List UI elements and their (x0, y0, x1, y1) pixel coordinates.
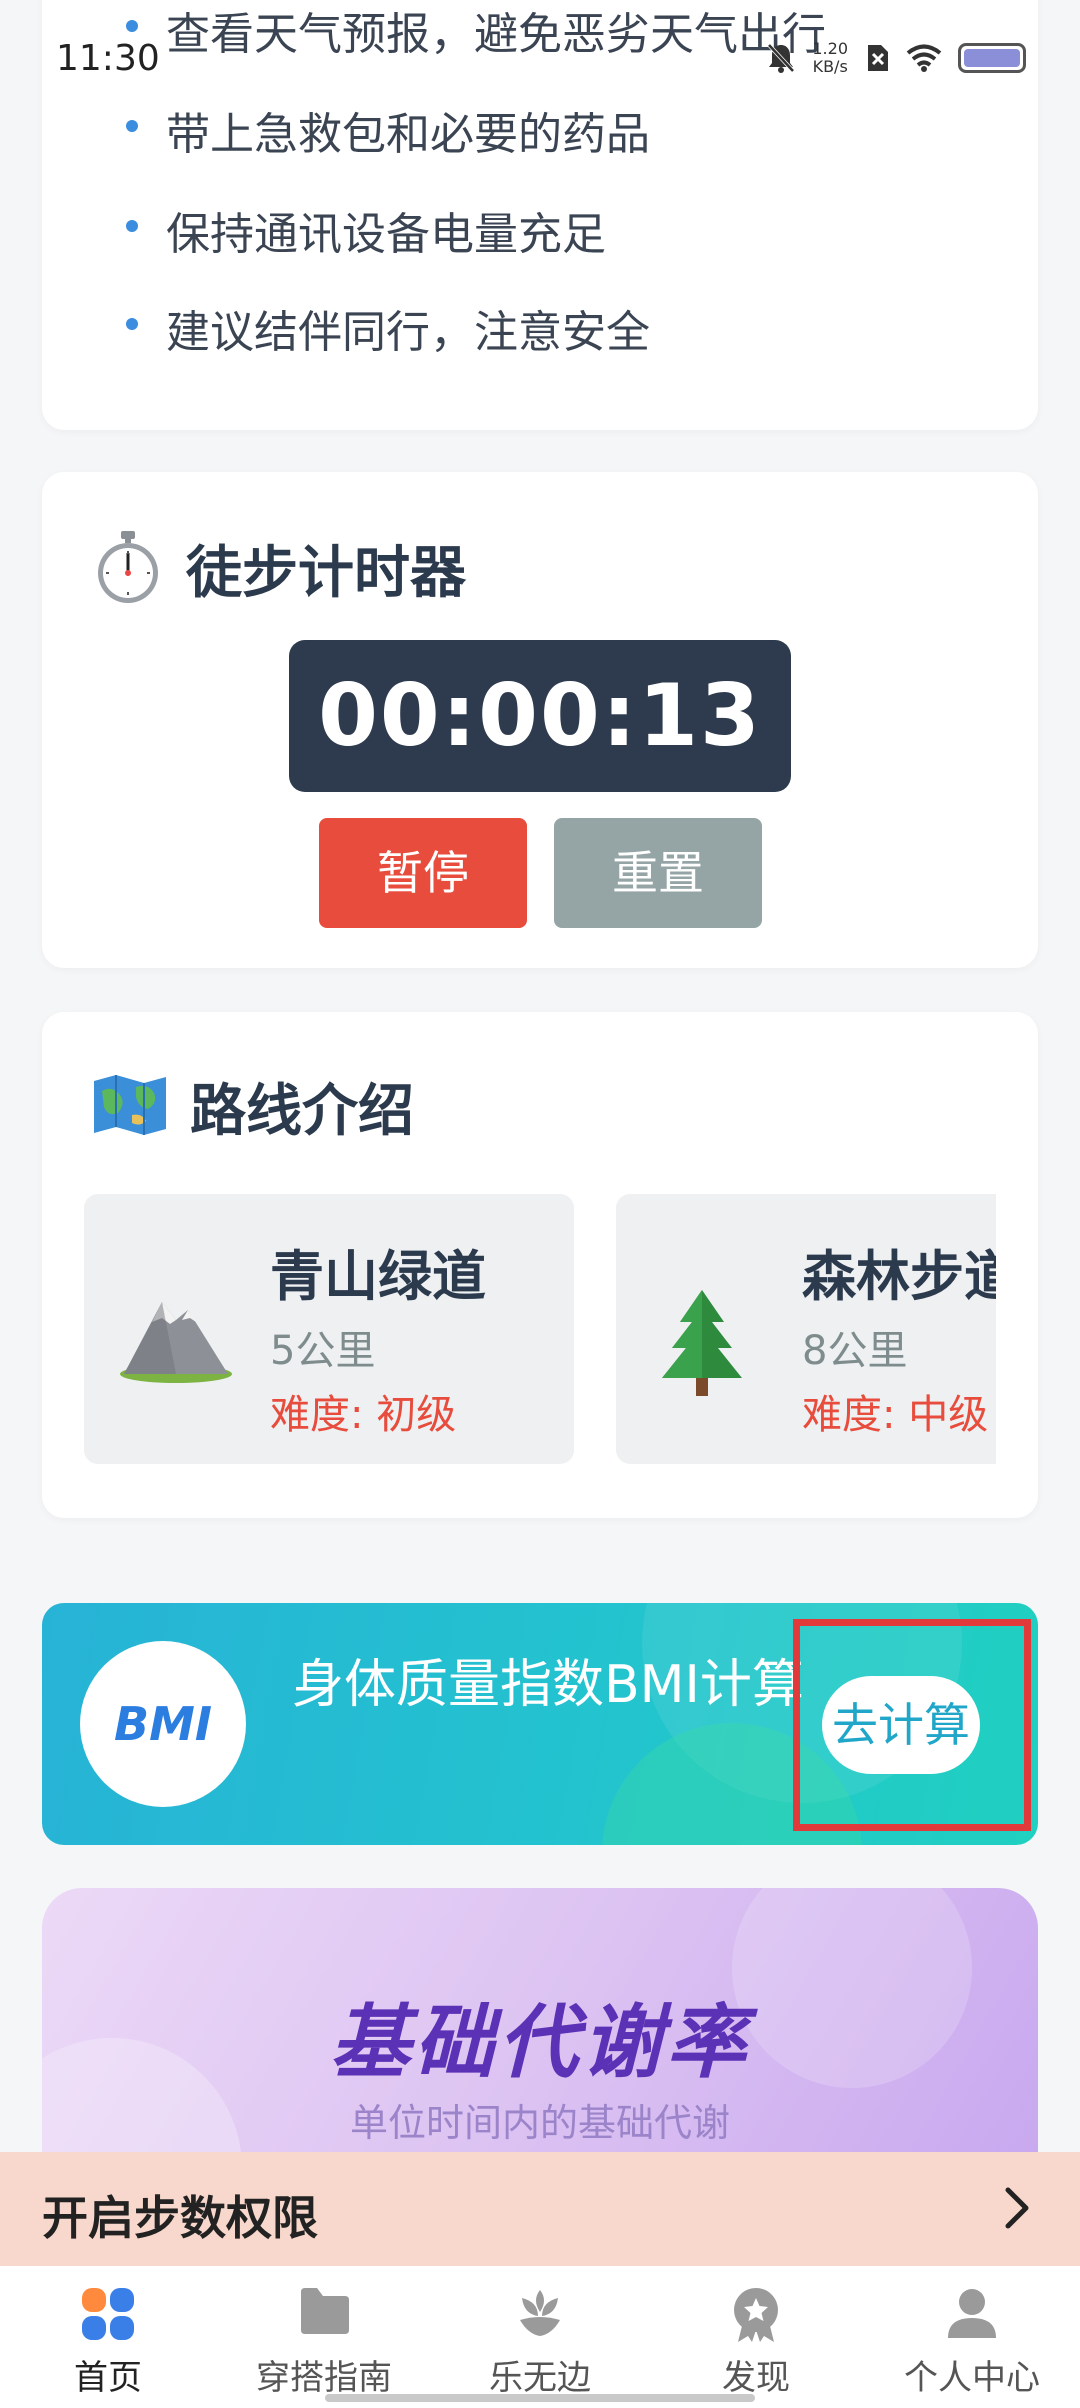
route-distance: 5公里 (270, 1328, 376, 1374)
nav-item-profile[interactable]: 个人中心 (864, 2266, 1080, 2408)
net-speed: 1.20 KB/s (812, 40, 848, 76)
nav-label: 穿搭指南 (256, 2358, 392, 2398)
route-difficulty: 难度: 中级 (802, 1392, 989, 1438)
route-title: 路线介绍 (92, 1066, 414, 1147)
route-name: 青山绿道 (270, 1245, 486, 1308)
tip-text: 保持通讯设备电量充足 (166, 209, 606, 260)
route-list[interactable]: 青山绿道 5公里 难度: 初级 森林步道 8公里 难度: 中级 (84, 1194, 996, 1466)
highlight-box (793, 1619, 1031, 1831)
step-permission-label: 开启步数权限 (42, 2191, 318, 2245)
route-item-qingshan[interactable]: 青山绿道 5公里 难度: 初级 (84, 1194, 574, 1464)
nav-item-fun[interactable]: 乐无边 (432, 2266, 648, 2408)
status-time: 11:30 (56, 38, 160, 79)
chevron-right-icon (1004, 2186, 1030, 2234)
bullet-dot (126, 318, 138, 330)
route-difficulty: 难度: 初级 (270, 1392, 457, 1438)
timer-title-text: 徒步计时器 (186, 541, 466, 606)
route-intro-card: 路线介绍 青山绿道 5公里 难度: 初级 森林步道 8公里 难度: 中级 (42, 1012, 1038, 1518)
bmr-subtitle: 单位时间内的基础代谢 (349, 2101, 730, 2145)
route-name: 森林步道 (802, 1245, 996, 1308)
tip-item: 建议结伴同行，注意安全 (126, 296, 650, 360)
tip-item: 保持通讯设备电量充足 (126, 198, 606, 262)
home-indicator[interactable] (325, 2394, 755, 2402)
screen: 11:30 1.20 KB/s 查看天气预报，避免恶劣天气出行 带上急救包和必要… (0, 0, 1080, 2408)
map-icon (92, 1073, 168, 1141)
mute-bell-icon (766, 42, 796, 74)
flower-icon (512, 2286, 568, 2346)
nav-label: 发现 (722, 2358, 790, 2398)
nav-item-home[interactable]: 首页 (0, 2266, 216, 2408)
tree-icon (650, 1288, 754, 1402)
step-permission-bar[interactable]: 开启步数权限 (0, 2152, 1080, 2266)
timer-title: 徒步计时器 (92, 528, 466, 609)
pause-button[interactable]: 暂停 (319, 818, 527, 928)
bullet-dot (126, 20, 138, 32)
bmi-text: 身体质量指数BMI计算 (292, 1655, 804, 1715)
badge-icon (728, 2286, 784, 2348)
no-sim-icon (864, 43, 890, 73)
stopwatch-icon (92, 529, 164, 609)
nav-label: 乐无边 (489, 2358, 591, 2398)
tip-item: 带上急救包和必要的药品 (126, 98, 650, 162)
nav-label: 首页 (74, 2358, 142, 2398)
user-icon (944, 2286, 1000, 2346)
status-icons: 1.20 KB/s (766, 40, 1026, 76)
mountain-icon (118, 1288, 234, 1388)
nav-item-discover[interactable]: 发现 (648, 2266, 864, 2408)
tip-item: 查看天气预报，避免恶劣天气出行 (126, 0, 826, 62)
hiking-timer-card: 徒步计时器 00:00:13 暂停 重置 (42, 472, 1038, 968)
timer-display: 00:00:13 (289, 640, 791, 792)
bmi-logo: BMI (80, 1641, 246, 1807)
reset-button[interactable]: 重置 (554, 818, 762, 928)
route-distance: 8公里 (802, 1328, 908, 1374)
wifi-icon (906, 44, 942, 72)
net-speed-unit: KB/s (812, 57, 848, 76)
tip-text: 查看天气预报，避免恶劣天气出行 (166, 9, 826, 60)
nav-label: 个人中心 (904, 2358, 1040, 2398)
nav-item-outfit-guide[interactable]: 穿搭指南 (216, 2266, 432, 2408)
folder-icon (297, 2286, 351, 2340)
home-icon (80, 2286, 136, 2346)
bmr-title: 基础代谢率 (330, 1996, 750, 2089)
tip-text: 带上急救包和必要的药品 (166, 109, 650, 160)
bottom-nav: 首页 穿搭指南 乐无边 发现 个人中心 (0, 2266, 1080, 2408)
bullet-dot (126, 220, 138, 232)
net-speed-value: 1.20 (812, 39, 848, 58)
tip-text: 建议结伴同行，注意安全 (166, 307, 650, 358)
route-item-forest[interactable]: 森林步道 8公里 难度: 中级 (616, 1194, 996, 1464)
bullet-dot (126, 120, 138, 132)
battery-icon (958, 43, 1026, 73)
route-title-text: 路线介绍 (190, 1079, 414, 1144)
